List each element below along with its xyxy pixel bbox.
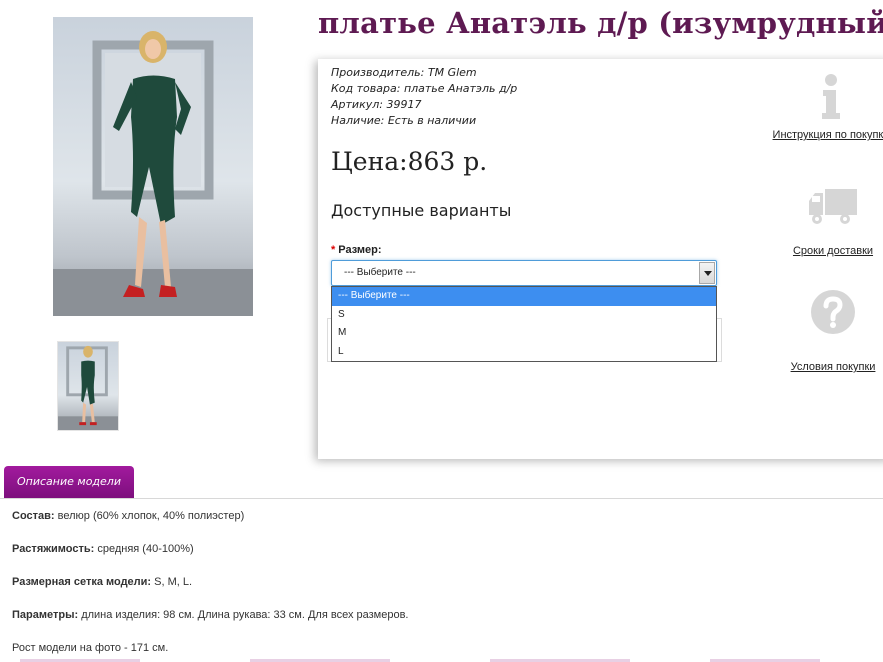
meta-manufacturer: Производитель: TM Glem [331,66,477,79]
product-main-photo[interactable] [53,17,253,316]
size-option[interactable]: --- Выберите --- [332,287,716,306]
side-item-delivery[interactable]: Сроки доставки [768,187,883,257]
size-dropdown-list: --- Выберите --- S M L [331,286,717,362]
cut-off-content [20,659,820,662]
meta-product-code: Код товара: платье Анатэль д/р [331,82,518,95]
size-label: * Размер: [331,244,382,256]
size-option[interactable]: L [332,343,716,362]
truck-icon [809,189,857,224]
side-item-instructions[interactable]: Инструкция по покупке [766,73,883,141]
product-meta-list: Производитель: TM Glem Код товара: плать… [331,65,517,129]
chevron-down-icon[interactable] [699,262,715,284]
options-title: Доступные варианты [331,201,512,220]
tab-divider [0,498,883,499]
desc-stretch: Растяжимость: средняя (40-100%) [12,543,194,555]
size-select-value: --- Выберите --- [344,267,416,278]
question-icon [811,290,855,334]
product-title: платье Анатэль д/р (изумрудный) [318,6,883,40]
desc-composition: Состав: велюр (60% хлопок, 40% полиэстер… [12,510,245,522]
side-item-terms[interactable]: Условия покупки [768,289,883,373]
instructions-link[interactable]: Инструкция по покупке [766,129,883,141]
terms-link[interactable]: Условия покупки [768,361,883,373]
size-option[interactable]: S [332,306,716,325]
product-thumbnail[interactable] [57,341,119,431]
meta-availability: Наличие: Есть в наличии [331,114,477,127]
desc-size-grid: Размерная сетка модели: S, M, L. [12,576,193,588]
product-price: Цена:863 р. [331,147,488,176]
info-icon [822,74,840,119]
size-select[interactable]: --- Выберите --- [331,260,717,286]
product-info-panel: Производитель: TM Glem Код товара: плать… [318,59,883,459]
delivery-link[interactable]: Сроки доставки [768,245,883,257]
desc-parameters: Параметры: длина изделия: 98 см. Длина р… [12,609,409,621]
meta-article: Артикул: 39917 [331,98,422,111]
required-mark: * [331,244,336,256]
manufacturer-link[interactable]: TM Glem [428,66,477,79]
tab-description[interactable]: Описание модели [4,466,134,499]
product-description: Состав: велюр (60% хлопок, 40% полиэстер… [12,509,872,662]
size-option[interactable]: M [332,324,716,343]
